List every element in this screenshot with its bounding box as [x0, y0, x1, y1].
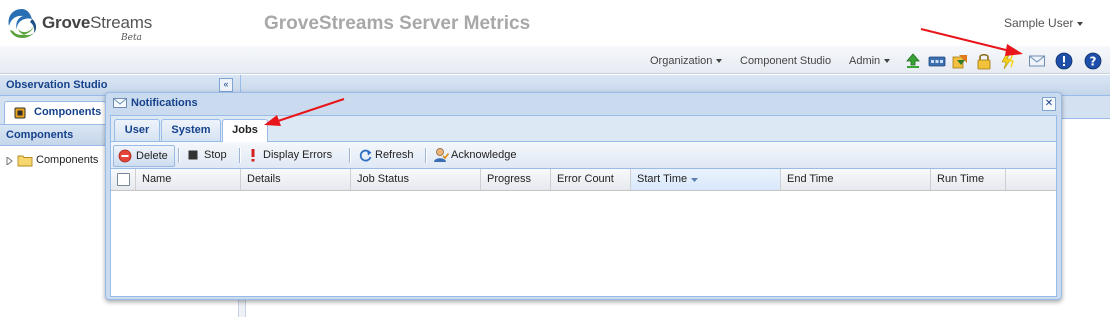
- tab-user-label: User: [124, 124, 150, 136]
- grovestreams-logo-icon: [8, 9, 37, 39]
- jobs-grid-header: Name Details Job Status Progress Error C…: [111, 169, 1056, 191]
- main-area-tabstrip: [1061, 96, 1110, 119]
- column-header-details[interactable]: Details: [241, 169, 351, 190]
- column-header-label: Name: [142, 173, 172, 185]
- notification-tabs: User System Jobs: [111, 116, 1056, 142]
- lightning-icon[interactable]: [999, 52, 1017, 70]
- import-icon[interactable]: [951, 52, 969, 70]
- lock-icon[interactable]: [975, 52, 993, 70]
- tab-user[interactable]: User: [114, 119, 160, 141]
- tab-system-label: System: [171, 124, 211, 136]
- delete-label: Delete: [136, 150, 168, 162]
- column-header-error-count[interactable]: Error Count: [551, 169, 631, 190]
- logo-beta-tag: Beta: [121, 33, 142, 43]
- select-all-column: [111, 169, 136, 190]
- column-header-name[interactable]: Name: [136, 169, 241, 190]
- menu-component-studio[interactable]: Component Studio: [740, 55, 831, 67]
- menu-organization[interactable]: Organization: [650, 55, 723, 67]
- stop-label: Stop: [204, 149, 227, 161]
- tree-node-components[interactable]: Components: [6, 153, 116, 169]
- alert-icon[interactable]: [1055, 52, 1073, 70]
- envelope-icon: [113, 98, 127, 108]
- column-header-label: Start Time: [637, 173, 688, 185]
- refresh-label: Refresh: [375, 149, 414, 161]
- acknowledge-user-icon: [434, 148, 449, 162]
- column-header-end-time[interactable]: End Time: [781, 169, 931, 190]
- chevron-down-icon: [716, 59, 723, 64]
- tab-components-label: Components: [34, 106, 102, 118]
- tab-system[interactable]: System: [161, 119, 221, 141]
- select-all-checkbox[interactable]: [117, 173, 130, 186]
- folder-icon: [17, 155, 33, 167]
- toolbar-separator: [425, 148, 427, 163]
- column-header-label: End Time: [787, 173, 834, 185]
- chevron-down-icon: [1077, 21, 1084, 26]
- collapse-panel-button[interactable]: «: [219, 78, 233, 92]
- menu-admin[interactable]: Admin: [849, 55, 891, 67]
- help-icon[interactable]: ?: [1084, 52, 1102, 70]
- close-icon: ✕: [1044, 98, 1054, 109]
- toolbar-separator: [349, 148, 351, 163]
- close-window-button[interactable]: ✕: [1042, 97, 1056, 111]
- stop-button[interactable]: Stop: [183, 145, 233, 165]
- column-header-job-status[interactable]: Job Status: [351, 169, 481, 190]
- window-body: User System Jobs Delete Stop Display Err…: [110, 115, 1057, 297]
- column-header-label: Error Count: [557, 173, 614, 185]
- window-title: Notifications: [131, 97, 198, 109]
- tab-jobs[interactable]: Jobs: [222, 119, 268, 142]
- tab-components[interactable]: Components: [4, 101, 106, 124]
- menu-organization-label: Organization: [650, 55, 713, 67]
- components-section-title: Components: [6, 129, 74, 141]
- column-header-label: Progress: [487, 173, 532, 185]
- jobs-grid-body[interactable]: [111, 191, 1056, 296]
- tab-jobs-label: Jobs: [232, 124, 258, 136]
- menu-component-studio-label: Component Studio: [740, 55, 832, 67]
- column-header-start-time[interactable]: Start Time: [631, 169, 781, 190]
- stop-icon: [188, 150, 198, 160]
- delete-icon: [118, 149, 132, 163]
- refresh-icon: [359, 149, 372, 162]
- toolbar-separator: [239, 148, 241, 163]
- svg-text:?: ?: [1090, 55, 1097, 69]
- acknowledge-button[interactable]: Acknowledge: [431, 145, 521, 165]
- app-title: GroveStreams Server Metrics: [264, 13, 531, 34]
- refresh-button[interactable]: Refresh: [355, 145, 419, 165]
- display-errors-button[interactable]: Display Errors: [245, 145, 341, 165]
- display-errors-label: Display Errors: [263, 149, 333, 161]
- notifications-window: Notifications ✕ User System Jobs Delete …: [105, 92, 1062, 300]
- notifications-envelope-icon[interactable]: [1028, 52, 1046, 70]
- upload-icon[interactable]: [904, 52, 922, 70]
- chevron-down-icon: [884, 59, 891, 64]
- panel-splitter[interactable]: [238, 297, 246, 317]
- column-header-run-time[interactable]: Run Time: [931, 169, 1006, 190]
- jobs-toolbar: Delete Stop Display Errors Refresh Ackno…: [111, 142, 1056, 169]
- menu-admin-label: Admin: [849, 55, 881, 67]
- user-menu[interactable]: Sample User: [1004, 16, 1084, 30]
- exclamation-icon: [251, 149, 255, 162]
- dashboard-icon[interactable]: [928, 52, 946, 70]
- tree-expand-icon[interactable]: [6, 157, 13, 165]
- logo-wordmark: GroveStreams: [42, 13, 153, 32]
- column-header-label: Run Time: [937, 173, 985, 185]
- panel-title: Observation Studio: [6, 79, 108, 91]
- sort-descending-icon: [691, 178, 698, 182]
- user-menu-label: Sample User: [1004, 16, 1074, 30]
- toolbar-separator: [178, 148, 180, 163]
- component-chip-icon: [14, 107, 26, 119]
- acknowledge-label: Acknowledge: [451, 149, 517, 161]
- column-header-label: Job Status: [357, 173, 409, 185]
- tree-node-label: Components: [36, 154, 99, 166]
- delete-button[interactable]: Delete: [113, 145, 175, 167]
- column-header-filler: [1006, 169, 1056, 190]
- column-header-progress[interactable]: Progress: [481, 169, 551, 190]
- column-header-label: Details: [247, 173, 281, 185]
